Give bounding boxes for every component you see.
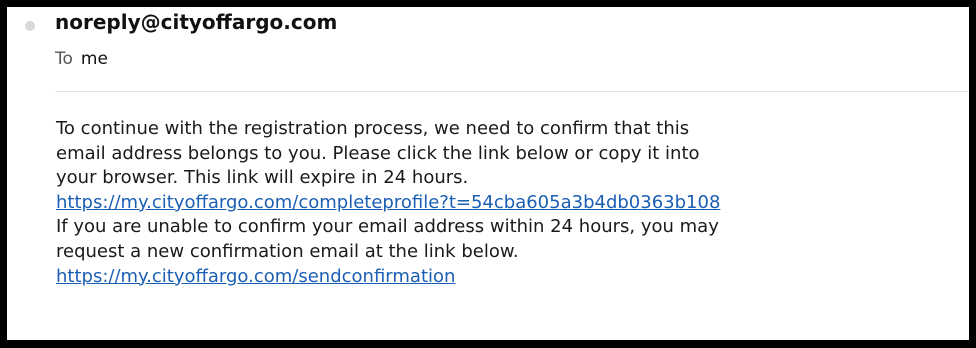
header-divider bbox=[55, 91, 969, 92]
body-line: To continue with the registration proces… bbox=[56, 118, 690, 139]
body-line: your browser. This link will expire in 2… bbox=[56, 167, 469, 189]
body-line: email address belongs to you. Please cli… bbox=[56, 142, 700, 164]
body-line: request a new confirmation email at the … bbox=[56, 240, 519, 262]
body-line: If you are unable to confirm your email … bbox=[56, 216, 719, 238]
send-confirmation-link[interactable]: https://my.cityoffargo.com/sendconfirmat… bbox=[56, 265, 961, 290]
unread-indicator-icon[interactable] bbox=[25, 21, 35, 31]
email-message-pane: noreply@cityoffargo.com To me To continue… bbox=[7, 7, 969, 340]
complete-profile-link[interactable]: https://my.cityoffargo.com/completeprofi… bbox=[56, 191, 961, 216]
recipient-row: To me bbox=[55, 49, 108, 69]
recipient-name[interactable]: me bbox=[81, 49, 108, 69]
email-body: To continue with the registration proces… bbox=[56, 117, 961, 289]
to-label: To bbox=[55, 49, 73, 69]
sender-address[interactable]: noreply@cityoffargo.com bbox=[55, 10, 337, 34]
